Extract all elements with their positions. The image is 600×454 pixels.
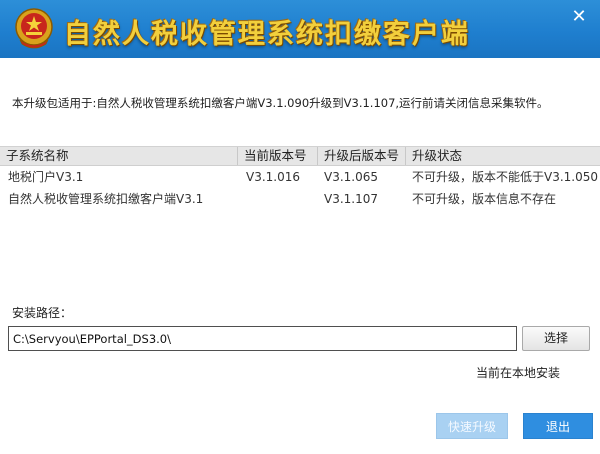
column-header-current-version[interactable]: 当前版本号: [238, 147, 318, 165]
quick-upgrade-button[interactable]: 快速升级: [436, 413, 508, 439]
table-row[interactable]: 自然人税收管理系统扣缴客户端V3.1 V3.1.107 不可升级，版本信息不存在: [0, 188, 600, 210]
exit-button[interactable]: 退出: [523, 413, 593, 439]
install-path-input[interactable]: [8, 326, 517, 351]
table-row[interactable]: 地税门户V3.1 V3.1.016 V3.1.065 不可升级，版本不能低于V3…: [0, 166, 600, 188]
national-emblem-icon: [15, 8, 53, 49]
close-button[interactable]: ✕: [568, 6, 590, 28]
column-header-target-version[interactable]: 升级后版本号: [318, 147, 406, 165]
table-header: 子系统名称 当前版本号 升级后版本号 升级状态: [0, 146, 600, 166]
app-title: 自然人税收管理系统扣缴客户端: [64, 19, 470, 50]
title-bar: 自然人税收管理系统扣缴客户端 ✕: [0, 0, 600, 58]
cell-current-version: V3.1.016: [246, 170, 301, 184]
install-path-label: 安装路径：: [12, 306, 73, 320]
cell-target-version: V3.1.065: [324, 170, 379, 184]
column-header-status[interactable]: 升级状态: [406, 147, 600, 165]
cell-status: 不可升级，版本信息不存在: [412, 192, 557, 206]
column-header-name[interactable]: 子系统名称: [0, 147, 238, 165]
install-status-text: 当前在本地安装: [476, 366, 561, 380]
cell-current-version: [238, 188, 318, 210]
cell-name: 自然人税收管理系统扣缴客户端V3.1: [8, 192, 204, 206]
cell-name: 地税门户V3.1: [8, 170, 84, 184]
subsystem-table: 子系统名称 当前版本号 升级后版本号 升级状态 地税门户V3.1 V3.1.01…: [0, 146, 600, 210]
upgrade-notice: 本升级包适用于:自然人税收管理系统扣缴客户端V3.1.090升级到V3.1.10…: [12, 96, 549, 110]
cell-target-version: V3.1.107: [324, 192, 379, 206]
cell-status: 不可升级，版本不能低于V3.1.050: [412, 170, 599, 184]
browse-button[interactable]: 选择: [522, 326, 590, 351]
